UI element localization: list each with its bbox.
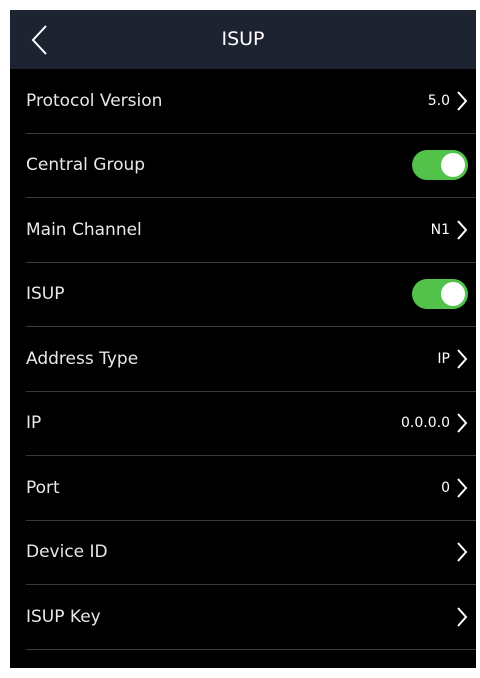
chevron-right-icon bbox=[456, 477, 468, 499]
settings-list: Protocol Version 5.0 Central Group Main … bbox=[10, 69, 476, 650]
toggle-knob bbox=[441, 282, 465, 307]
setting-label: Address Type bbox=[26, 348, 139, 369]
isup-toggle[interactable] bbox=[412, 279, 468, 310]
chevron-right-icon bbox=[456, 606, 468, 628]
setting-main-channel[interactable]: Main Channel N1 bbox=[26, 198, 476, 263]
chevron-right-icon bbox=[456, 90, 468, 112]
setting-label: ISUP bbox=[26, 284, 65, 305]
chevron-right-icon bbox=[456, 412, 468, 434]
setting-isup-key[interactable]: ISUP Key bbox=[26, 585, 476, 650]
setting-label: Main Channel bbox=[26, 219, 142, 240]
setting-ip[interactable]: IP 0.0.0.0 bbox=[26, 392, 476, 456]
setting-label: Protocol Version bbox=[26, 90, 163, 111]
setting-label: ISUP Key bbox=[26, 606, 101, 627]
setting-central-group[interactable]: Central Group bbox=[26, 134, 476, 198]
setting-value: IP bbox=[437, 350, 450, 367]
setting-label: IP bbox=[26, 413, 42, 434]
setting-label: Central Group bbox=[26, 155, 146, 176]
setting-address-type[interactable]: Address Type IP bbox=[26, 327, 476, 392]
toggle-knob bbox=[441, 153, 465, 178]
setting-label: Port bbox=[26, 477, 60, 498]
setting-label: Device ID bbox=[26, 542, 108, 563]
setting-value: N1 bbox=[430, 221, 450, 238]
setting-isup[interactable]: ISUP bbox=[26, 263, 476, 327]
chevron-right-icon bbox=[456, 348, 468, 370]
chevron-right-icon bbox=[456, 541, 468, 563]
setting-port[interactable]: Port 0 bbox=[26, 456, 476, 521]
header-bar: ISUP bbox=[10, 10, 476, 69]
setting-protocol-version[interactable]: Protocol Version 5.0 bbox=[26, 69, 476, 134]
page-title: ISUP bbox=[221, 28, 265, 50]
setting-value: 0 bbox=[441, 479, 450, 496]
chevron-right-icon bbox=[456, 219, 468, 241]
setting-device-id[interactable]: Device ID bbox=[26, 521, 476, 585]
central-group-toggle[interactable] bbox=[412, 150, 468, 181]
device-screen: ISUP Protocol Version 5.0 Central Group … bbox=[10, 10, 476, 668]
setting-value: 0.0.0.0 bbox=[401, 415, 450, 432]
setting-value: 5.0 bbox=[427, 92, 450, 109]
